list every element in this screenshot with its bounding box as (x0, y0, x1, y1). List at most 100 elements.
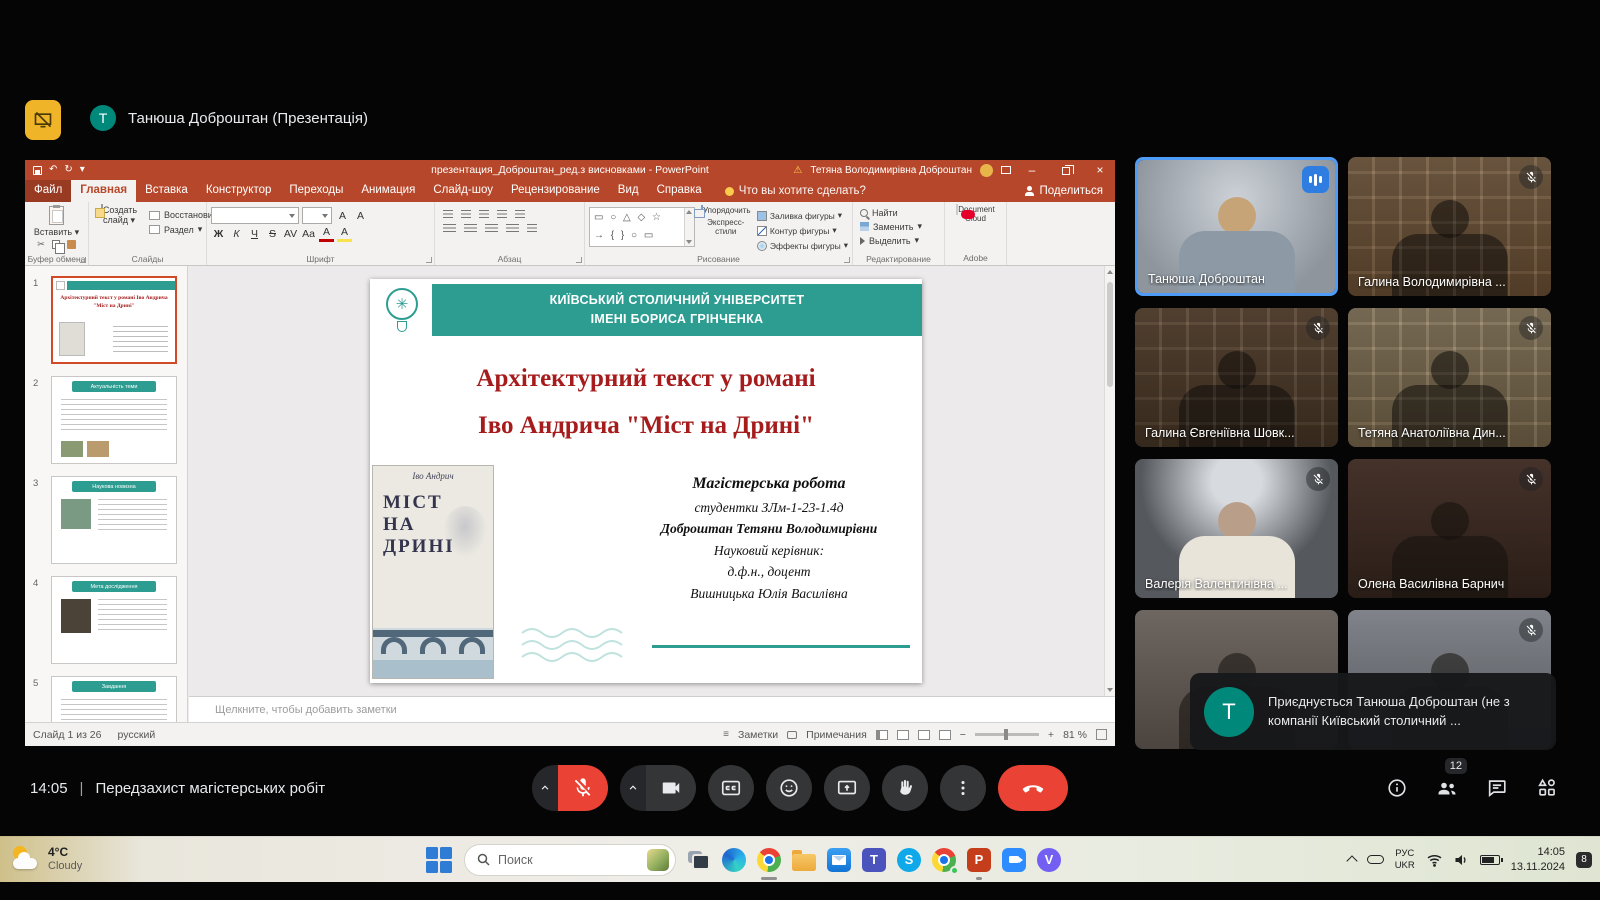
shrink-font-icon[interactable]: A (353, 208, 368, 224)
character-spacing-button[interactable]: AV (283, 226, 298, 242)
powerpoint-app-button[interactable]: P (966, 847, 992, 873)
zoom-slider[interactable] (975, 733, 1039, 736)
taskbar-search-input[interactable] (498, 853, 639, 867)
align-center-icon[interactable] (464, 224, 477, 233)
copy-icon[interactable] (52, 240, 60, 249)
find-button[interactable]: Найти (857, 208, 940, 218)
tab-help[interactable]: Справка (648, 180, 711, 202)
end-call-button[interactable] (998, 765, 1068, 811)
volume-icon[interactable] (1454, 853, 1469, 867)
reset-slide-button[interactable]: Восстановить (149, 210, 202, 220)
participant-tile-5[interactable]: Валерія Валентинівна ... (1135, 459, 1338, 598)
teams-app-button[interactable]: T (861, 847, 887, 873)
notes-pane[interactable]: Щелкните, чтобы добавить заметки (189, 696, 1115, 722)
section-button[interactable]: Раздел ▾ (149, 224, 202, 235)
zoom-out-icon[interactable]: − (960, 729, 966, 741)
tab-animations[interactable]: Анимация (352, 180, 424, 202)
account-avatar[interactable] (980, 164, 993, 177)
chrome-app-button[interactable] (756, 847, 782, 873)
zoom-app-button[interactable] (1001, 847, 1027, 873)
underline-button[interactable]: Ч (247, 226, 262, 242)
restore-button[interactable] (1053, 163, 1079, 177)
tell-me-box[interactable]: Что вы хотите сделать? (725, 180, 866, 202)
join-notification[interactable]: T Приєднується Танюша Доброштан (не з ко… (1190, 673, 1556, 750)
captions-button[interactable] (708, 765, 754, 811)
taskbar-search-box[interactable] (464, 844, 676, 876)
shape-effects-button[interactable]: Эффекты фигуры ▾ (757, 240, 848, 251)
highlight-color-button[interactable]: A (337, 226, 352, 242)
presenter-pill[interactable]: Т Танюша Доброштан (Презентація) (90, 105, 368, 131)
current-slide-canvas[interactable]: ✳ КИЇВСЬКИЙ СТОЛИЧНИЙ УНІВЕРСИТЕТ ІМЕНІ … (370, 279, 922, 683)
save-icon[interactable] (33, 166, 42, 175)
activities-button[interactable] (1534, 775, 1560, 801)
camera-button[interactable] (646, 765, 696, 811)
bullets-icon[interactable] (443, 210, 453, 219)
participant-tile-3[interactable]: Галина Євгеніївна Шовк... (1135, 308, 1338, 447)
participant-tile-4[interactable]: Тетяна Анатоліївна Дин... (1348, 308, 1551, 447)
language-indicator[interactable]: русский (118, 729, 156, 741)
align-left-icon[interactable] (443, 224, 456, 233)
mic-options-chevron[interactable] (532, 765, 558, 811)
raise-hand-button[interactable] (882, 765, 928, 811)
slide-thumbnail-1[interactable]: Архітектурний текст у романі Іво Андрича… (51, 276, 177, 364)
slide-editor-area[interactable]: ✳ КИЇВСЬКИЙ СТОЛИЧНИЙ УНІВЕРСИТЕТ ІМЕНІ … (189, 266, 1115, 696)
drawing-dialog-launcher[interactable] (844, 257, 850, 263)
mic-mute-button[interactable] (558, 765, 608, 811)
slide-sorter-view-icon[interactable] (897, 730, 909, 740)
camera-options-chevron[interactable] (620, 765, 646, 811)
font-size-combo[interactable] (302, 207, 332, 224)
justify-icon[interactable] (506, 224, 519, 233)
clipboard-dialog-launcher[interactable] (80, 257, 86, 263)
format-painter-icon[interactable] (67, 240, 76, 249)
edge-app-button[interactable] (721, 847, 747, 873)
increase-indent-icon[interactable] (497, 210, 507, 219)
meeting-details-button[interactable] (1384, 775, 1410, 801)
change-case-button[interactable]: Aa (301, 226, 316, 242)
strikethrough-button[interactable]: S (265, 226, 280, 242)
editor-scrollbar[interactable] (1104, 266, 1115, 696)
normal-view-icon[interactable] (876, 730, 888, 740)
tab-slideshow[interactable]: Слайд-шоу (424, 180, 502, 202)
paste-button[interactable]: Вставить ▾ (34, 206, 80, 237)
participant-tile-2[interactable]: Галина Володимирівна ... (1348, 157, 1551, 296)
bold-button[interactable]: Ж (211, 226, 226, 242)
tab-design[interactable]: Конструктор (197, 180, 281, 202)
line-spacing-icon[interactable] (515, 210, 525, 219)
quick-styles-button[interactable]: Экспресс-стили (700, 219, 752, 237)
align-right-icon[interactable] (485, 224, 498, 233)
font-name-combo[interactable] (211, 207, 299, 224)
participant-tile-6[interactable]: Олена Василівна Барнич (1348, 459, 1551, 598)
stop-presenting-button[interactable] (25, 100, 61, 140)
zoom-level[interactable]: 81 % (1063, 729, 1087, 741)
decrease-indent-icon[interactable] (479, 210, 489, 219)
task-view-button[interactable] (686, 847, 712, 873)
cut-icon[interactable]: ✂ (37, 239, 45, 250)
zoom-in-icon[interactable]: + (1048, 729, 1054, 741)
ribbon-display-options-icon[interactable] (1001, 166, 1011, 174)
notes-toggle[interactable]: Заметки (738, 729, 778, 741)
font-color-button[interactable]: A (319, 226, 334, 242)
zoom-slider-knob[interactable] (1004, 729, 1008, 740)
undo-icon[interactable]: ↶ (49, 165, 57, 175)
tab-view[interactable]: Вид (609, 180, 648, 202)
reading-view-icon[interactable] (918, 730, 930, 740)
slideshow-view-icon[interactable] (939, 730, 951, 740)
present-button[interactable] (824, 765, 870, 811)
replace-button[interactable]: Заменить ▾ (857, 221, 940, 232)
hidden-icons-chevron[interactable] (1346, 855, 1357, 866)
font-dialog-launcher[interactable] (426, 257, 432, 263)
shape-outline-button[interactable]: Контур фигуры ▾ (757, 225, 848, 236)
shapes-gallery-scrollbar[interactable] (684, 208, 694, 246)
tab-review[interactable]: Рецензирование (502, 180, 609, 202)
slide-thumbnail-5[interactable]: Завдання (51, 676, 177, 722)
slide-thumbnail-2[interactable]: Актуальність теми (51, 376, 177, 464)
redo-icon[interactable]: ↻ (64, 165, 72, 175)
people-panel-button[interactable]: 12 (1434, 775, 1460, 801)
tab-insert[interactable]: Вставка (136, 180, 197, 202)
close-button[interactable]: × (1087, 163, 1113, 177)
explorer-app-button[interactable] (791, 847, 817, 873)
start-button[interactable] (424, 845, 454, 875)
reactions-button[interactable] (766, 765, 812, 811)
search-daily-image[interactable] (647, 849, 669, 871)
document-cloud-button[interactable]: Document Cloud (949, 205, 1002, 223)
